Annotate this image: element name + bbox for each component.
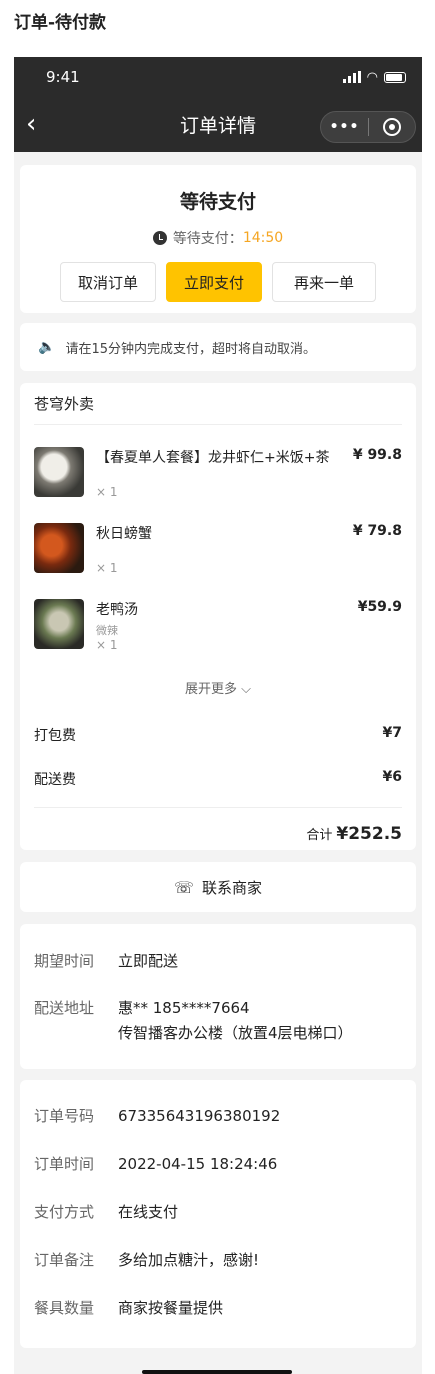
- reorder-button[interactable]: 再来一单: [272, 262, 376, 302]
- order-status-card: 等待支付 等待支付： 14:50 取消订单 立即支付 再来一单: [20, 165, 416, 313]
- list-item: 秋日螃蟹 × 1 ¥ 79.8: [34, 523, 402, 575]
- dish-image: [34, 447, 84, 497]
- delivery-fee-value: ¥6: [382, 769, 402, 785]
- dish-spec: 微辣: [96, 624, 118, 637]
- shop-name: 苍穹外卖: [34, 383, 402, 425]
- page-label: 订单-待付款: [14, 13, 107, 33]
- expect-time-row: 期望时间 立即配送: [34, 950, 402, 971]
- more-icon[interactable]: •••: [321, 119, 368, 135]
- dish-price: ¥ 79.8: [352, 523, 402, 539]
- battery-icon: [384, 71, 406, 83]
- list-item: 老鸭汤 微辣 × 1 ¥59.9: [34, 599, 402, 652]
- wifi-icon: ◠: [366, 69, 378, 85]
- order-number-label: 订单号码: [34, 1107, 95, 1125]
- remark-label: 订单备注: [34, 1251, 95, 1269]
- order-number-value: 67335643196380192: [118, 1107, 281, 1125]
- packing-fee-label: 打包费: [34, 728, 76, 744]
- tableware-label: 餐具数量: [34, 1299, 95, 1317]
- notice-text: 请在15分钟内完成支付，超时将自动取消。: [65, 341, 316, 357]
- tableware-value: 商家按餐量提供: [118, 1299, 224, 1317]
- status-bar: 9:41 ◠: [14, 57, 422, 97]
- list-item: 【春夏单人套餐】龙井虾仁+米饭+茶 × 1 ¥ 99.8: [34, 447, 402, 499]
- speaker-icon: 🔈: [38, 339, 56, 355]
- order-status-title: 等待支付: [179, 191, 256, 213]
- pay-now-button[interactable]: 立即支付: [166, 262, 262, 302]
- back-icon[interactable]: ‹: [26, 109, 36, 139]
- phone-icon: ☏: [173, 877, 194, 897]
- signal-icon: [342, 71, 361, 83]
- address-detail: 传智播客办公楼（放置4层电梯口）: [118, 1024, 353, 1042]
- packing-fee-value: ¥7: [382, 725, 402, 741]
- countdown: 等待支付： 14:50: [20, 228, 416, 248]
- payment-method-value: 在线支付: [118, 1203, 179, 1221]
- status-icons: ◠: [342, 69, 406, 85]
- dish-qty: × 1: [96, 638, 118, 652]
- address-row: 配送地址 惠** 185****7664 传智播客办公楼（放置4层电梯口）: [34, 997, 402, 1043]
- total-label: 合计: [306, 828, 333, 843]
- close-miniprogram-icon[interactable]: [369, 118, 415, 136]
- order-time-row: 订单时间 2022-04-15 18:24:46: [34, 1154, 402, 1174]
- dish-name: 老鸭汤: [96, 602, 138, 618]
- goods-card: 苍穹外卖 【春夏单人套餐】龙井虾仁+米饭+茶 × 1 ¥ 99.8 秋日螃蟹 ×…: [20, 383, 416, 850]
- delivery-card: 期望时间 立即配送 配送地址 惠** 185****7664 传智播客办公楼（放…: [20, 924, 416, 1069]
- status-time: 9:41: [46, 68, 80, 86]
- dish-qty: × 1: [96, 485, 118, 499]
- action-buttons: 取消订单 立即支付 再来一单: [20, 262, 416, 302]
- order-time-label: 订单时间: [34, 1155, 95, 1173]
- total-amount: ¥252.5: [336, 823, 402, 844]
- delivery-fee-row: 配送费 ¥6: [34, 769, 402, 789]
- expect-time-label: 期望时间: [34, 952, 95, 970]
- clock-icon: [152, 231, 167, 245]
- address-contact: 惠** 185****7664: [118, 999, 250, 1017]
- expect-time-value: 立即配送: [118, 952, 179, 970]
- phone-frame: 9:41 ◠ ‹ 订单详情 ••• 等待支付 等待支付： 14:50 取消订单 立…: [14, 57, 422, 1374]
- countdown-time: 14:50: [242, 230, 284, 246]
- order-info-card: 订单号码 67335643196380192 订单时间 2022-04-15 1…: [20, 1080, 416, 1348]
- dish-price: ¥ 99.8: [352, 447, 402, 463]
- delivery-fee-label: 配送费: [34, 772, 76, 788]
- miniprogram-capsule: •••: [320, 111, 416, 143]
- address-label: 配送地址: [34, 999, 95, 1017]
- cancel-order-button[interactable]: 取消订单: [60, 262, 156, 302]
- remark-value: 多给加点糖汁，感谢!: [118, 1251, 260, 1269]
- contact-label: 联系商家: [202, 878, 263, 897]
- packing-fee-row: 打包费 ¥7: [34, 725, 402, 745]
- page-title: 订单详情: [179, 115, 256, 137]
- payment-notice: 🔈 请在15分钟内完成支付，超时将自动取消。: [20, 323, 416, 371]
- countdown-label: 等待支付：: [172, 231, 243, 247]
- expand-more-button[interactable]: 展开更多 ⌵: [34, 678, 402, 697]
- total-row: 合计 ¥252.5: [34, 807, 402, 859]
- home-indicator: [142, 1370, 292, 1374]
- order-number-row: 订单号码 67335643196380192: [34, 1106, 402, 1126]
- navbar: ‹ 订单详情 •••: [14, 97, 422, 152]
- dish-image: [34, 523, 84, 573]
- tableware-row: 餐具数量 商家按餐量提供: [34, 1298, 402, 1318]
- dish-price: ¥59.9: [357, 599, 402, 615]
- payment-method-row: 支付方式 在线支付: [34, 1202, 402, 1222]
- remark-row: 订单备注 多给加点糖汁，感谢!: [34, 1250, 402, 1270]
- payment-method-label: 支付方式: [34, 1203, 95, 1221]
- dish-image: [34, 599, 84, 649]
- dish-qty: × 1: [96, 561, 118, 575]
- order-time-value: 2022-04-15 18:24:46: [118, 1155, 278, 1173]
- contact-merchant-button[interactable]: ☏ 联系商家: [20, 862, 416, 912]
